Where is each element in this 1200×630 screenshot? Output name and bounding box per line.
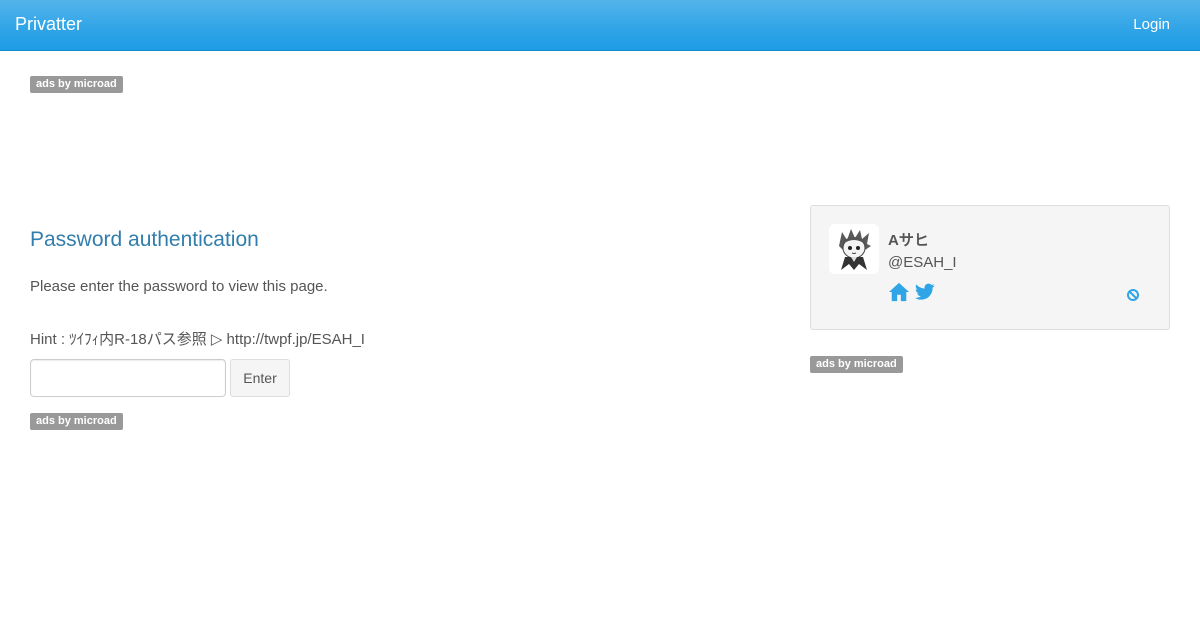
ads-badge-top[interactable]: ads by microad	[30, 76, 123, 93]
page-title: Password authentication	[30, 228, 259, 251]
avatar[interactable]	[829, 224, 879, 274]
page-description: Please enter the password to view this p…	[30, 278, 328, 295]
home-icon[interactable]	[888, 282, 910, 302]
profile-card: Aサヒ @ESAH_I	[810, 205, 1170, 330]
login-link[interactable]: Login	[1133, 16, 1170, 33]
password-hint: Hint : ﾂｲﾌｨ内R-18パス参照 ▷ http://twpf.jp/ES…	[30, 331, 365, 348]
ads-badge-sidebar[interactable]: ads by microad	[810, 356, 903, 373]
block-icon[interactable]	[1126, 288, 1140, 302]
enter-button[interactable]: Enter	[230, 359, 290, 397]
profile-handle: @ESAH_I	[888, 254, 957, 271]
password-input[interactable]	[30, 359, 226, 397]
brand-link[interactable]: Privatter	[15, 14, 82, 35]
ads-badge-bottom[interactable]: ads by microad	[30, 413, 123, 430]
profile-name: Aサヒ	[888, 232, 929, 249]
navbar: Privatter Login	[0, 0, 1200, 51]
avatar-image	[829, 224, 879, 274]
twitter-icon[interactable]	[915, 283, 935, 301]
